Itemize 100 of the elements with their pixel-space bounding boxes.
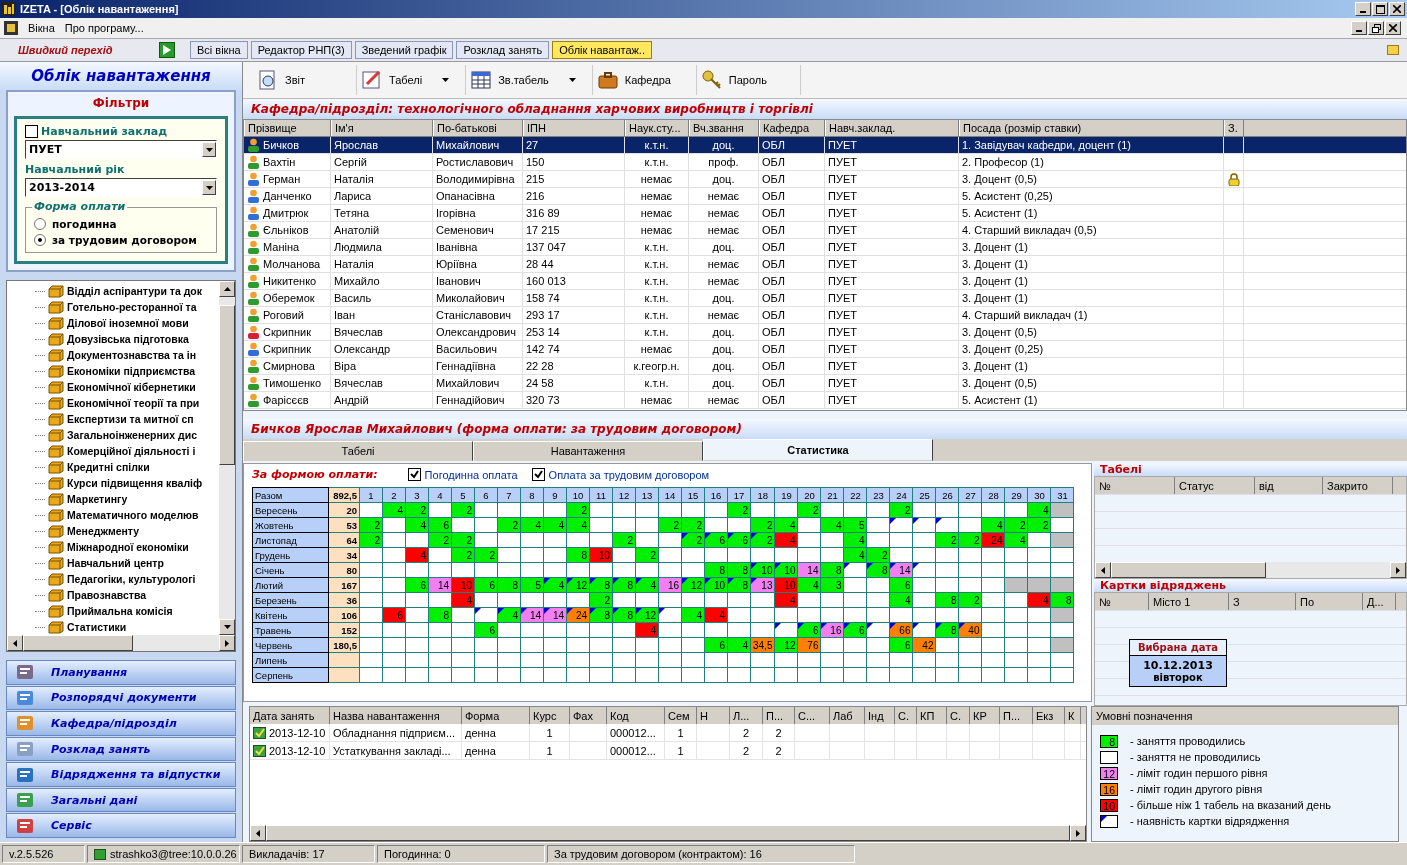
year-dropdown[interactable]: 2013-2014: [25, 178, 217, 197]
caret-icon[interactable]: [442, 78, 450, 82]
caret-icon[interactable]: [568, 78, 576, 82]
tree-item[interactable]: Правознавства: [67, 589, 147, 601]
column-header[interactable]: П...: [1000, 707, 1033, 724]
table-row[interactable]: Оберемок Василь Миколайович 158 74 к.т.н. доц. ОБЛ ПУЕТ 3. Доцент (1): [244, 290, 1406, 307]
column-header[interactable]: Код: [607, 707, 665, 724]
tree-item[interactable]: Маркетингу: [67, 493, 128, 505]
day-cell[interactable]: 2: [566, 502, 590, 518]
window-tab[interactable]: Редактор РНП(3): [250, 41, 352, 59]
checkbox-option[interactable]: Оплата за трудовим договором: [531, 468, 710, 481]
column-header[interactable]: Прізвище: [244, 120, 331, 136]
column-header[interactable]: Сем: [665, 707, 697, 724]
tree-item[interactable]: Відділ аспірантури та док: [67, 285, 202, 297]
tree-item[interactable]: Економічної теорії та при: [67, 397, 200, 409]
toolbar-button[interactable]: Кафедра: [592, 65, 697, 95]
tree-item[interactable]: Загальноінженерних дис: [67, 429, 198, 441]
window-tab[interactable]: Облік навантаж..: [552, 41, 652, 59]
column-header[interactable]: №: [1095, 593, 1149, 610]
day-cell[interactable]: 8: [704, 562, 728, 578]
tree-item[interactable]: Готельно-ресторанної та: [67, 301, 197, 313]
column-header[interactable]: С.: [895, 707, 917, 724]
column-header[interactable]: По: [1296, 593, 1363, 610]
column-header[interactable]: Навч.заклад.: [825, 120, 959, 136]
tree-item[interactable]: Кредитні спілки: [67, 461, 150, 473]
menu-item[interactable]: Про програму...: [64, 22, 144, 34]
table-row[interactable]: Данченко Лариса Опанасівна 216 немає немає ОБЛ ПУЕТ 5. Асистент (0,25): [244, 188, 1406, 205]
tab[interactable]: Статистика: [703, 439, 933, 461]
column-header[interactable]: Назва навантаження: [330, 707, 462, 724]
institution-dropdown[interactable]: ПУЕТ: [25, 140, 217, 159]
close-button[interactable]: [1389, 2, 1405, 16]
window-tab[interactable]: Всі вікна: [190, 41, 248, 59]
column-header[interactable]: Закрито: [1323, 477, 1393, 494]
tree-item[interactable]: Експертизи та митної сп: [67, 413, 194, 425]
column-header[interactable]: С.: [947, 707, 970, 724]
checkbox-option[interactable]: Погодинна оплата: [407, 468, 518, 481]
table-row[interactable]: Маніна Людмила Іванівна 137 047 к.т.н. доц. ОБЛ ПУЕТ 3. Доцент (1): [244, 239, 1406, 256]
tab[interactable]: Табелі: [243, 441, 473, 461]
play-button[interactable]: [159, 42, 175, 58]
tab[interactable]: Навантаження: [473, 441, 703, 461]
toolbar-button[interactable]: Пароль: [696, 65, 801, 95]
table-row[interactable]: Єльніков Анатолій Семенович 17 215 немає немає ОБЛ ПУЕТ 4. Старший викладач (0,5): [244, 222, 1406, 239]
radio-option[interactable]: погодинна: [34, 216, 208, 232]
column-header[interactable]: Л...: [730, 707, 763, 724]
tree-item[interactable]: Математичного моделюв: [67, 509, 199, 521]
tree-item[interactable]: Комерційної діяльності і: [67, 445, 196, 457]
table-row[interactable]: Бичков Ярослав Михайлович 27 к.т.н. доц. ОБЛ ПУЕТ 1. Завідувач кафедри, доцент (1): [244, 137, 1406, 154]
nav-button[interactable]: Відрядження та відпустки: [6, 762, 236, 787]
window-tab[interactable]: Зведений графік: [354, 41, 454, 59]
tree-item[interactable]: Економіки підприємства: [67, 365, 196, 377]
note-icon[interactable]: [1387, 45, 1399, 55]
day-cell[interactable]: 4: [382, 502, 406, 518]
column-header[interactable]: Ім'я: [331, 120, 433, 136]
column-header[interactable]: Вч.звання: [689, 120, 759, 136]
tree-item[interactable]: Педагогіки, культурологі: [67, 573, 196, 585]
day-cell[interactable]: 6: [704, 532, 728, 548]
tree-item[interactable]: Курси підвищення кваліф: [67, 477, 203, 489]
table-row[interactable]: Скрипник Олександр Васильович 142 74 немає доц. ОБЛ ПУЕТ 3. Доцент (0,25): [244, 341, 1406, 358]
toolbar-button[interactable]: Табелі: [357, 65, 467, 95]
column-header[interactable]: ІПН: [523, 120, 625, 136]
column-header[interactable]: По-батькові: [433, 120, 523, 136]
tree-item[interactable]: Приймальна комісія: [67, 605, 173, 617]
day-cell[interactable]: 2: [428, 532, 452, 548]
tree-item[interactable]: Навчальний центр: [67, 557, 164, 569]
column-header[interactable]: Посада (розмір ставки): [959, 120, 1224, 136]
column-header[interactable]: КП: [917, 707, 947, 724]
column-header[interactable]: К: [1065, 707, 1081, 724]
column-header[interactable]: від: [1255, 477, 1323, 494]
nav-button[interactable]: Кафедра/підрозділ: [6, 711, 236, 736]
column-header[interactable]: Кафедра: [759, 120, 825, 136]
tree-item[interactable]: Довузівська підготовка: [67, 333, 189, 345]
table-row[interactable]: Роговий Іван Станіславович 293 17 к.т.н. немає ОБЛ ПУЕТ 4. Старший викладач (1): [244, 307, 1406, 324]
column-header[interactable]: Н: [697, 707, 730, 724]
table-row[interactable]: Молчанова Наталія Юріївна 28 44 к.т.н. немає ОБЛ ПУЕТ 3. Доцент (1): [244, 256, 1406, 273]
table-row[interactable]: Тимошенко Вячеслав Михайлович 24 58 к.т.н. доц. ОБЛ ПУЕТ 3. Доцент (0,5): [244, 375, 1406, 392]
maximize-button[interactable]: [1372, 2, 1388, 16]
column-header[interactable]: КР: [970, 707, 1000, 724]
table-row[interactable]: Фарісєєв Андрій Геннадійович 320 73 немає немає ОБЛ ПУЕТ 5. Асистент (1): [244, 392, 1406, 409]
scrollbar[interactable]: [1095, 562, 1406, 578]
table-row[interactable]: Смирнова Віра Геннадіївна 22 28 к.геогр.н. доц. ОБЛ ПУЕТ 3. Доцент (1): [244, 358, 1406, 375]
column-header[interactable]: Лаб: [830, 707, 865, 724]
menu-item[interactable]: Вікна: [28, 22, 55, 34]
window-tab[interactable]: Розклад занять: [456, 41, 550, 59]
scrollbar[interactable]: [219, 281, 235, 635]
column-header[interactable]: П...: [763, 707, 795, 724]
column-header[interactable]: Статус: [1175, 477, 1255, 494]
nav-button[interactable]: Розклад занять: [6, 736, 236, 762]
table-row[interactable]: Дмитрюк Тетяна Ігорівна 316 89 немає немає ОБЛ ПУЕТ 5. Асистент (1): [244, 205, 1406, 222]
tree-item[interactable]: Міжнародної економіки: [67, 541, 189, 553]
table-row[interactable]: Скрипник Вячеслав Олександрович 253 14 к.т.н. доц. ОБЛ ПУЕТ 3. Доцент (0,5): [244, 324, 1406, 341]
column-header[interactable]: Форма: [462, 707, 530, 724]
checkbox[interactable]: [25, 125, 38, 138]
table-row[interactable]: Вахтін Сергій Ростиславович 150 к.т.н. проф. ОБЛ ПУЕТ 2. Професор (1): [244, 154, 1406, 171]
scrollbar[interactable]: [7, 635, 235, 651]
tree-item[interactable]: Документознавства та ін: [67, 349, 196, 361]
restore-button[interactable]: [1368, 21, 1384, 35]
scrollbar[interactable]: [250, 825, 1086, 841]
tree-item[interactable]: Економічної кібернетики: [67, 381, 196, 393]
toolbar-button[interactable]: Звіт: [253, 65, 357, 95]
column-header[interactable]: Курс: [530, 707, 570, 724]
